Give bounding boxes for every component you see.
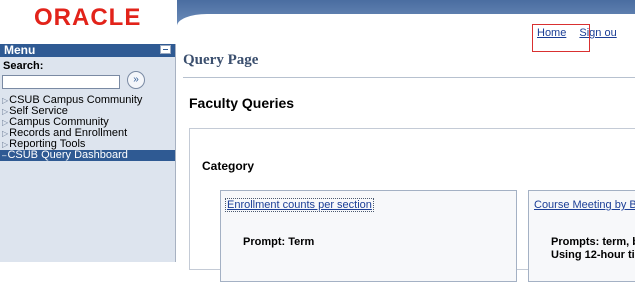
menu-header: Menu (0, 44, 175, 57)
search-label: Search: (3, 60, 44, 72)
double-chevron-right-icon: » (133, 74, 139, 85)
expand-arrow-icon: ▷ (2, 129, 9, 138)
search-go-button[interactable]: » (127, 71, 145, 89)
expand-arrow-icon: ▷ (2, 140, 9, 149)
query-card: Enrollment counts per section Prompt: Te… (220, 190, 517, 282)
category-panel: Category Enrollment counts per section P… (189, 128, 635, 282)
search-input[interactable] (2, 75, 120, 89)
sidebar-menu: Menu Search: » ▷CSUB Campus Community ▷S… (0, 44, 176, 262)
expand-arrow-icon: ▷ (2, 118, 9, 127)
category-label: Category (202, 159, 255, 173)
query-link-enrollment-counts[interactable]: Enrollment counts per section (225, 198, 374, 212)
oracle-logo: ORACLE (34, 4, 142, 31)
sidebar-item-label: CSUB Query Dashboard (7, 149, 128, 161)
page-title: Query Page (183, 52, 259, 68)
search-row: » (0, 71, 175, 93)
query-card: Course Meeting by Bld Prompts: term, bui… (528, 190, 635, 282)
divider (183, 77, 635, 78)
expand-arrow-icon: ▷ (2, 107, 9, 116)
collapse-dash-icon: – (2, 151, 7, 160)
query-prompt: Prompts: term, bui Using 12-hour time (551, 236, 635, 262)
prompt-line: Prompts: term, bui (551, 236, 635, 248)
section-title: Faculty Queries (189, 95, 295, 111)
query-prompt: Prompt: Term (243, 236, 314, 249)
menu-title: Menu (4, 43, 36, 57)
collapse-icon[interactable] (160, 45, 171, 54)
logo-area: ORACLE (0, 0, 177, 44)
query-link-course-meeting[interactable]: Course Meeting by Bld (534, 199, 635, 211)
sidebar-item-csub-query-dashboard[interactable]: –CSUB Query Dashboard (0, 150, 175, 161)
main-content: Query Page Faculty Queries Category Enro… (177, 44, 635, 282)
prompt-line: Prompt: Term (243, 236, 315, 248)
prompt-line: Using 12-hour time (551, 249, 635, 261)
menu-list: ▷CSUB Campus Community ▷Self Service ▷Ca… (0, 95, 175, 161)
expand-arrow-icon: ▷ (2, 96, 9, 105)
